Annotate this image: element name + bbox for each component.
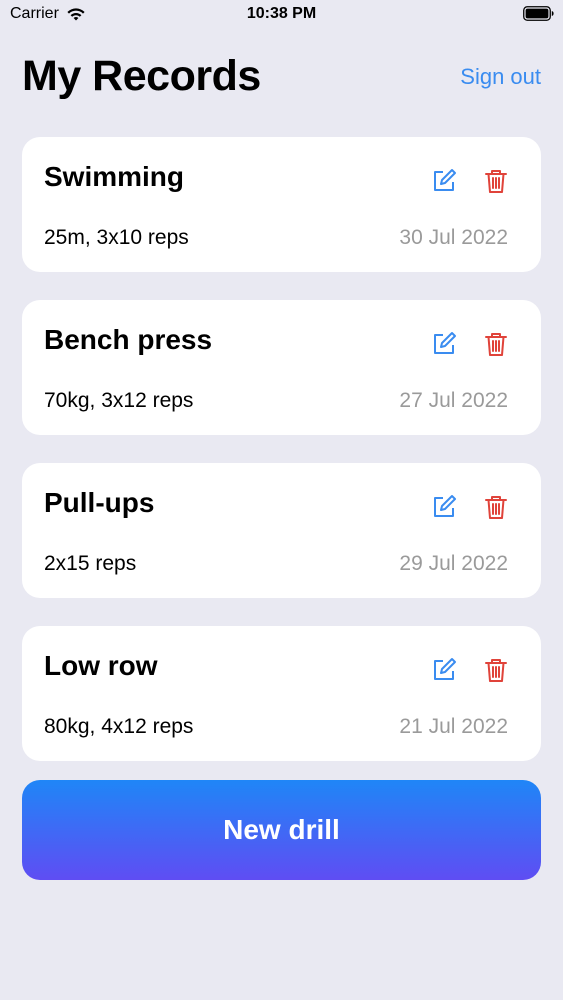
status-time: 10:38 PM [246,5,317,22]
record-date: 30 Jul 2022 [399,226,508,249]
record-title: Low row [44,650,158,681]
trash-icon[interactable] [482,493,510,521]
record-card: Low row 80kg, 4x12 reps 21 Jul 2022 [22,626,541,761]
trash-icon[interactable] [482,330,510,358]
record-detail: 80kg, 4x12 reps [44,715,194,738]
record-date: 29 Jul 2022 [399,552,508,575]
page-title: My Records [22,52,261,100]
new-drill-button[interactable]: New drill [22,780,541,880]
record-title: Pull-ups [44,487,155,518]
record-title: Swimming [44,161,185,192]
record-card: Bench press 70kg, 3x12 reps 27 Jul 2022 [22,300,541,435]
battery-icon [523,6,554,21]
record-detail: 2x15 reps [44,552,137,575]
record-date: 21 Jul 2022 [399,715,508,738]
record-title: Bench press [44,324,213,355]
new-drill-label: New drill [223,814,340,845]
edit-icon[interactable] [430,493,458,521]
record-detail: 70kg, 3x12 reps [44,389,194,412]
status-bar: Carrier 10:38 PM [0,0,563,30]
record-card: Pull-ups 2x15 reps 29 Jul 2022 [22,463,541,598]
record-detail: 25m, 3x10 reps [44,226,189,249]
record-card: Swimming 25m, 3x10 reps 30 Jul 2022 [22,137,541,272]
record-date: 27 Jul 2022 [399,389,508,412]
edit-icon[interactable] [430,167,458,195]
trash-icon[interactable] [482,167,510,195]
sign-out-button[interactable]: Sign out [460,64,541,90]
edit-icon[interactable] [430,330,458,358]
records-list: Swimming 25m, 3x10 reps 30 Jul 2022 Benc… [22,137,541,789]
trash-icon[interactable] [482,656,510,684]
edit-icon[interactable] [430,656,458,684]
